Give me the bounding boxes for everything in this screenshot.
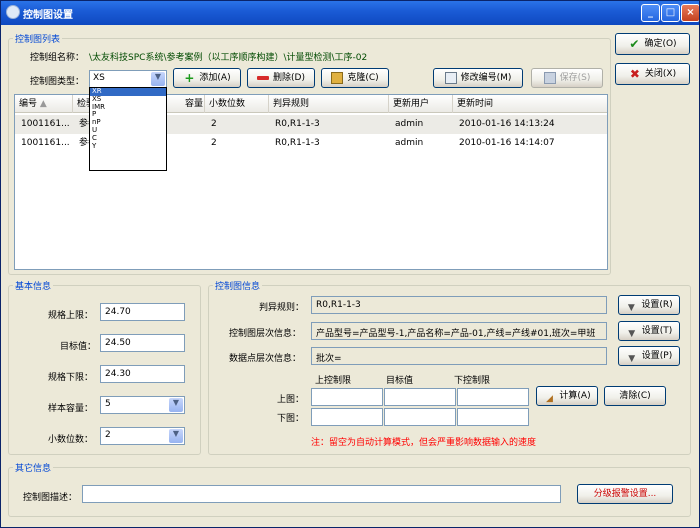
column-header-decimals[interactable]: 小数位数 (205, 95, 269, 113)
clear-button[interactable]: 清除(C) (604, 386, 666, 406)
upper-chart-label: 上图： (277, 395, 305, 405)
close-button[interactable]: ✖ 关闭(X) (615, 63, 690, 85)
sample-size-select[interactable]: 5 ▼ (100, 396, 185, 414)
edit-list-icon (444, 71, 457, 84)
lower-lcl-input[interactable] (457, 408, 529, 426)
close-window-button[interactable]: × (681, 4, 699, 22)
dropdown-option[interactable]: U (90, 126, 166, 135)
minus-icon (257, 75, 270, 80)
chevron-down-icon[interactable]: ▼ (169, 429, 183, 443)
title-bar[interactable]: 控制图设置 _ □ × (1, 1, 699, 25)
description-label: 控制图描述： (23, 493, 78, 503)
auto-calc-note: 注：留空为自动计算模式，但会严重影响数据输入的速度 (311, 438, 537, 448)
point-info-label: 数据点层次信息： (229, 354, 302, 364)
app-icon (6, 5, 20, 19)
target-label: 目标值： (60, 342, 97, 352)
maximize-button[interactable]: □ (661, 4, 680, 22)
chevron-down-icon[interactable]: ▼ (151, 72, 165, 86)
delete-button[interactable]: 删除(D) (247, 68, 315, 88)
lower-ucl-input[interactable] (311, 408, 383, 426)
plus-icon: + (184, 70, 195, 85)
upper-lcl-input[interactable] (457, 388, 529, 406)
calculate-button[interactable]: ◢ 计算(A) (536, 386, 598, 406)
clone-icon (331, 71, 344, 84)
layer-info-label: 控制图层次信息： (229, 329, 302, 339)
dropdown-option[interactable]: Y (90, 142, 166, 151)
chart-type-label: 控制图类型： (30, 77, 85, 87)
upper-ucl-input[interactable] (311, 388, 383, 406)
dropdown-option[interactable]: IMR (90, 103, 166, 112)
minimize-button[interactable]: _ (641, 4, 660, 22)
clone-button[interactable]: 克隆(C) (321, 68, 389, 88)
other-info-caption: 其它信息 (13, 461, 54, 474)
rule-label: 判异规则： (259, 303, 305, 313)
lower-chart-label: 下图： (277, 414, 305, 424)
dropdown-option[interactable]: nP (90, 118, 166, 127)
filter-icon: ▼ (628, 328, 636, 339)
floppy-disk-icon (543, 71, 556, 84)
rule-field: R0,R1-1-3 (311, 296, 607, 314)
add-button[interactable]: + 添加(A) (173, 68, 241, 88)
usl-label: 规格上限： (48, 311, 94, 321)
point-info-field: 批次= (311, 347, 607, 365)
calculator-icon: ◢ (545, 393, 553, 404)
set-rule-button[interactable]: ▼ 设置(R) (618, 295, 680, 315)
dropdown-option[interactable]: XR (90, 87, 166, 96)
chart-type-value: XS (93, 73, 105, 83)
edit-number-button[interactable]: 修改编号(M) (433, 68, 523, 88)
lsl-input[interactable]: 24.30 (100, 365, 185, 383)
chevron-down-icon[interactable]: ▼ (169, 398, 183, 412)
control-chart-settings-window: 控制图设置 _ □ × 控制图列表 控制组名称： \太友科技SPC系统\参考案例… (0, 0, 700, 528)
column-header-user[interactable]: 更新用户 (389, 95, 453, 113)
column-header-time[interactable]: 更新时间 (453, 95, 607, 113)
lcl-column-label: 下控制限 (454, 376, 491, 386)
target-column-label: 目标值 (386, 376, 414, 386)
group-name-label: 控制组名称： (30, 53, 85, 63)
ok-button[interactable]: ✔ 确定(O) (615, 33, 690, 55)
window-title: 控制图设置 (23, 10, 73, 21)
close-icon: ✖ (629, 66, 640, 81)
description-input[interactable] (82, 485, 561, 503)
alarm-settings-button[interactable]: 分级报警设置... (577, 484, 673, 504)
chart-info-caption: 控制图信息 (213, 279, 263, 292)
chart-type-dropdown[interactable]: XR XS IMR P nP U C Y (89, 87, 167, 171)
lower-target-input[interactable] (384, 408, 456, 426)
set-point-button[interactable]: ▼ 设置(P) (618, 346, 680, 366)
filter-icon: ▼ (627, 302, 635, 313)
chart-list-caption: 控制图列表 (13, 32, 63, 45)
dropdown-option[interactable]: P (90, 111, 166, 119)
lsl-label: 规格下限： (48, 373, 94, 383)
basic-info-caption: 基本信息 (13, 279, 54, 292)
filter-icon: ▼ (628, 353, 636, 364)
column-header-rule[interactable]: 判异规则 (269, 95, 389, 113)
checkmark-icon: ✔ (629, 36, 640, 51)
ucl-column-label: 上控制限 (315, 376, 352, 386)
group-name-value: \太友科技SPC系统\参考案例（以工序顺序构建）\计量型检测\工序-02 (89, 53, 368, 63)
target-input[interactable]: 24.50 (100, 334, 185, 352)
column-header-id[interactable]: 编号 ▲ (15, 95, 73, 113)
decimals-label: 小数位数： (48, 435, 94, 445)
chart-type-select[interactable]: XS ▼ (89, 70, 167, 88)
sample-size-label: 样本容量： (48, 404, 94, 414)
upper-target-input[interactable] (384, 388, 456, 406)
set-layer-button[interactable]: ▼ 设置(T) (618, 321, 680, 341)
save-button[interactable]: 保存(S) (531, 68, 603, 88)
dropdown-option[interactable]: C (90, 134, 166, 143)
layer-info-field: 产品型号=产品型号-1,产品名称=产品-01,产线=产线#01,班次=甲班 (311, 322, 607, 340)
decimals-select[interactable]: 2 ▼ (100, 427, 185, 445)
usl-input[interactable]: 24.70 (100, 303, 185, 321)
